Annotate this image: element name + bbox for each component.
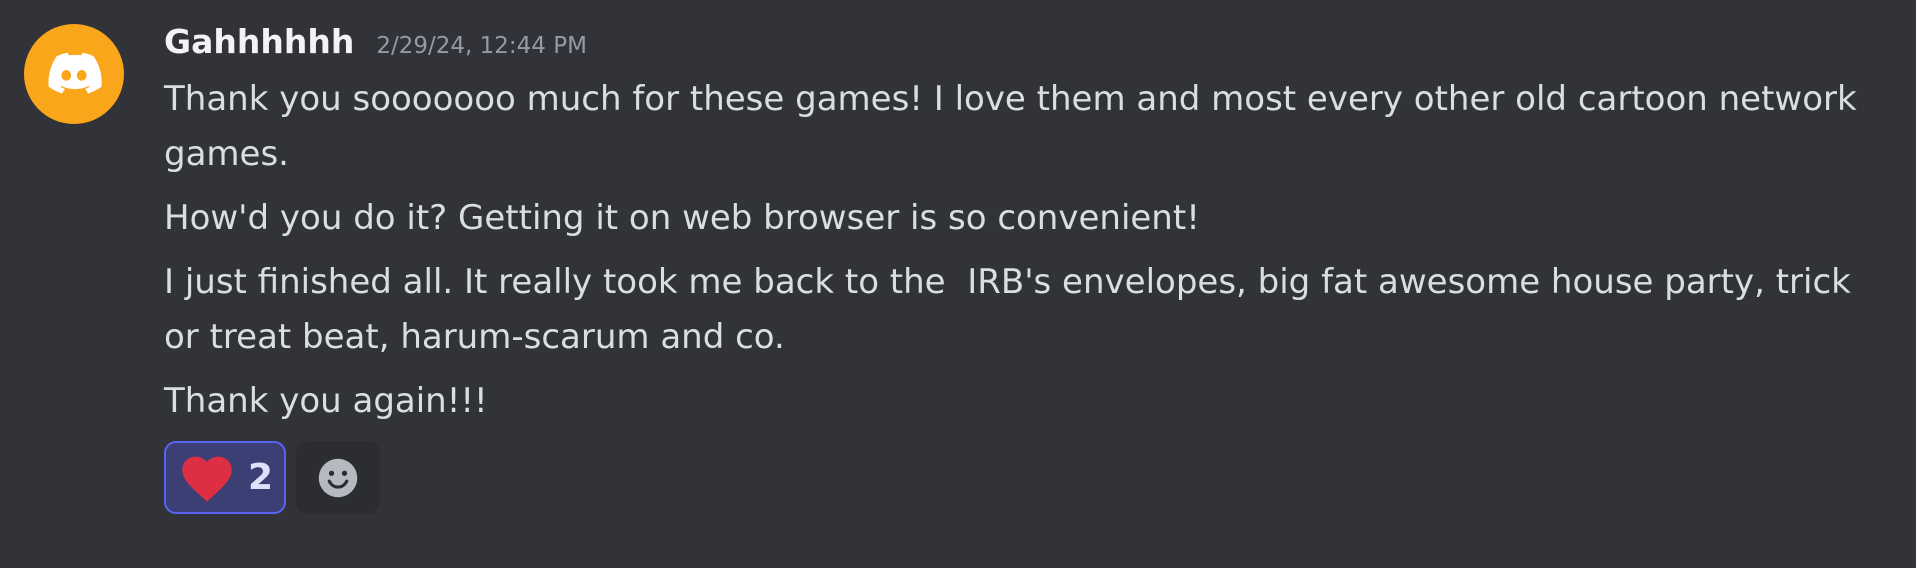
discord-logo-icon [48,52,102,94]
message-header: Gahhhhhh 2/29/24, 12:44 PM [164,22,1884,70]
timestamp: 2/29/24, 12:44 PM [376,33,587,59]
message-paragraph-2: How'd you do it? Getting it on web brows… [164,198,1200,238]
username[interactable]: Gahhhhhh [164,22,354,61]
heart-icon [182,456,232,502]
message-paragraph-1: Thank you sooooooo much for these games!… [164,79,1868,174]
chat-message: Gahhhhhh 2/29/24, 12:44 PM Thank you soo… [0,0,1916,568]
reaction-heart-button[interactable]: 2 [164,441,286,514]
avatar[interactable] [24,24,124,124]
reactions-bar: 2 [164,441,1884,514]
message-paragraph-3: I just finished all. It really took me b… [164,262,1862,357]
message-content: Gahhhhhh 2/29/24, 12:44 PM Thank you soo… [164,22,1884,514]
add-reaction-button[interactable] [296,441,380,514]
smiley-add-reaction-icon [318,458,358,497]
reaction-count: 2 [248,457,274,498]
message-paragraph-4: Thank you again!!! [164,381,488,421]
